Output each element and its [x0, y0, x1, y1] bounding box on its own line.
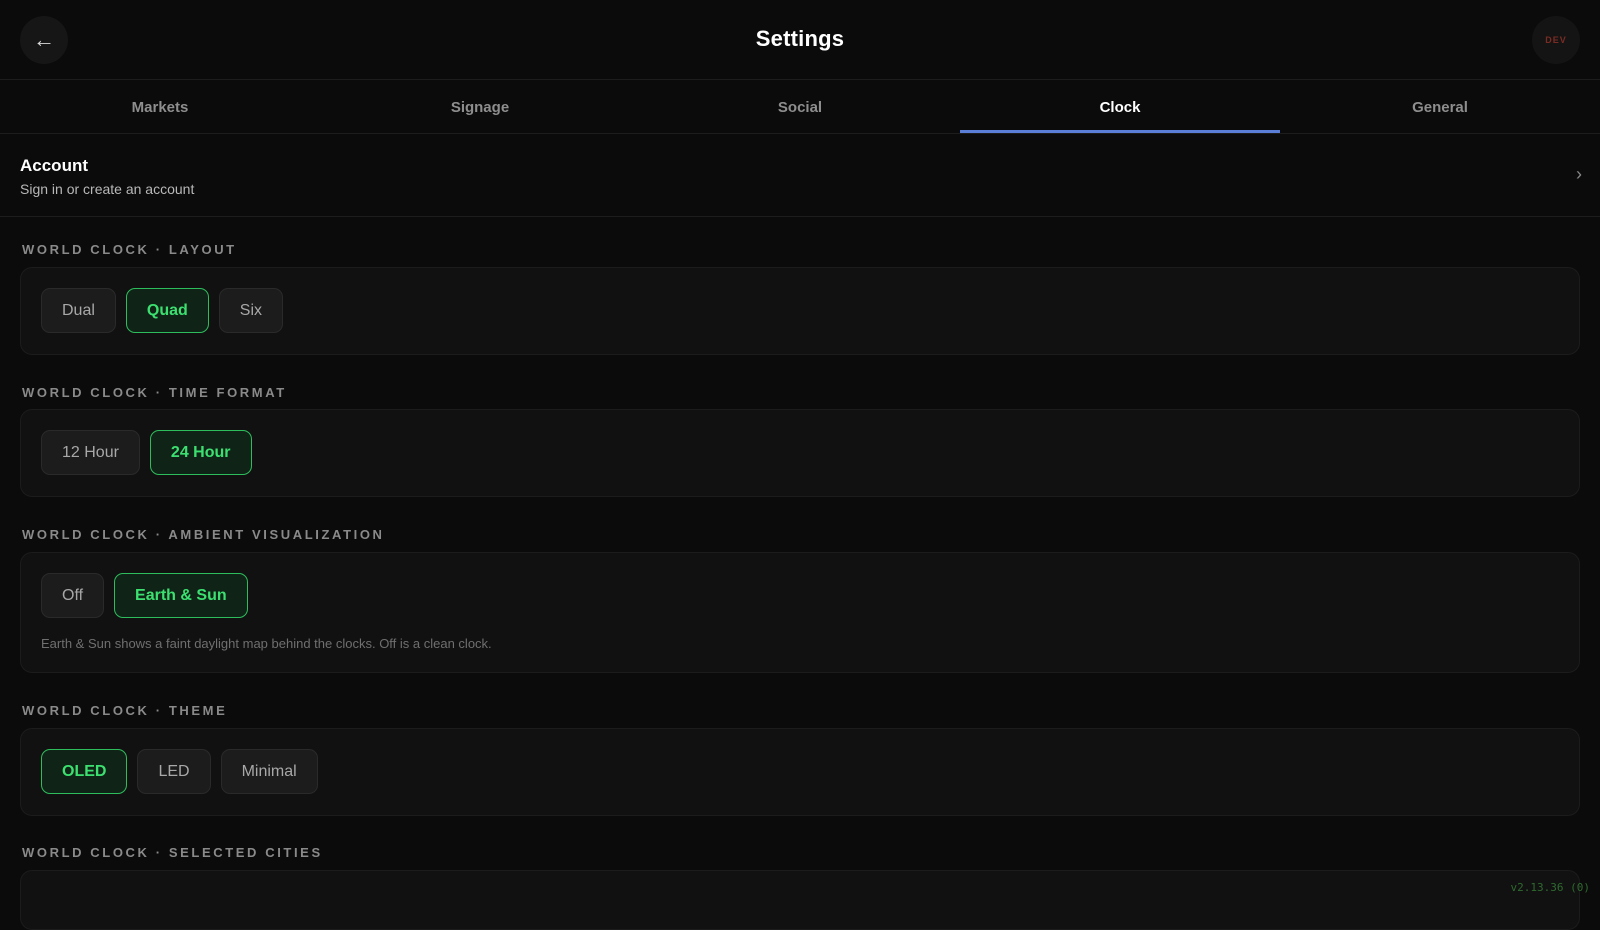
theme-minimal-button[interactable]: Minimal	[221, 749, 318, 794]
tab-signage[interactable]: Signage	[320, 81, 640, 133]
section-label-cities: WORLD CLOCK · SELECTED CITIES	[22, 845, 323, 860]
section-label-ambient: WORLD CLOCK · AMBIENT VISUALIZATION	[22, 527, 385, 542]
layout-card: Dual Quad Six	[20, 267, 1580, 355]
layout-quad-button[interactable]: Quad	[126, 288, 209, 333]
account-subtitle: Sign in or create an account	[20, 181, 194, 197]
theme-led-button[interactable]: LED	[137, 749, 210, 794]
tab-social[interactable]: Social	[640, 81, 960, 133]
account-row[interactable]: Account Sign in or create an account ›	[0, 135, 1600, 217]
layout-six-button[interactable]: Six	[219, 288, 283, 333]
tab-general[interactable]: General	[1280, 81, 1600, 133]
tab-bar: Markets Signage Social Clock General	[0, 81, 1600, 134]
ambient-earth-sun-button[interactable]: Earth & Sun	[114, 573, 248, 618]
time-format-12-button[interactable]: 12 Hour	[41, 430, 140, 475]
chevron-right-icon: ›	[1576, 164, 1582, 185]
theme-card: OLED LED Minimal	[20, 728, 1580, 816]
header-bar: ← Settings DEV	[0, 0, 1600, 80]
time-format-24-button[interactable]: 24 Hour	[150, 430, 252, 475]
tab-markets[interactable]: Markets	[0, 81, 320, 133]
dev-badge[interactable]: DEV	[1532, 16, 1580, 64]
ambient-note: Earth & Sun shows a faint daylight map b…	[41, 636, 492, 651]
section-label-theme: WORLD CLOCK · THEME	[22, 703, 227, 718]
ambient-off-button[interactable]: Off	[41, 573, 104, 618]
theme-oled-button[interactable]: OLED	[41, 749, 127, 794]
time-format-card: 12 Hour 24 Hour	[20, 409, 1580, 497]
version-label: v2.13.36 (0)	[1511, 881, 1590, 894]
page-title: Settings	[0, 26, 1600, 52]
ambient-card: Off Earth & Sun Earth & Sun shows a fain…	[20, 552, 1580, 673]
section-label-time-format: WORLD CLOCK · TIME FORMAT	[22, 385, 287, 400]
section-label-layout: WORLD CLOCK · LAYOUT	[22, 242, 237, 257]
layout-dual-button[interactable]: Dual	[41, 288, 116, 333]
tab-clock[interactable]: Clock	[960, 81, 1280, 133]
cities-card	[20, 870, 1580, 930]
account-title: Account	[20, 156, 88, 176]
